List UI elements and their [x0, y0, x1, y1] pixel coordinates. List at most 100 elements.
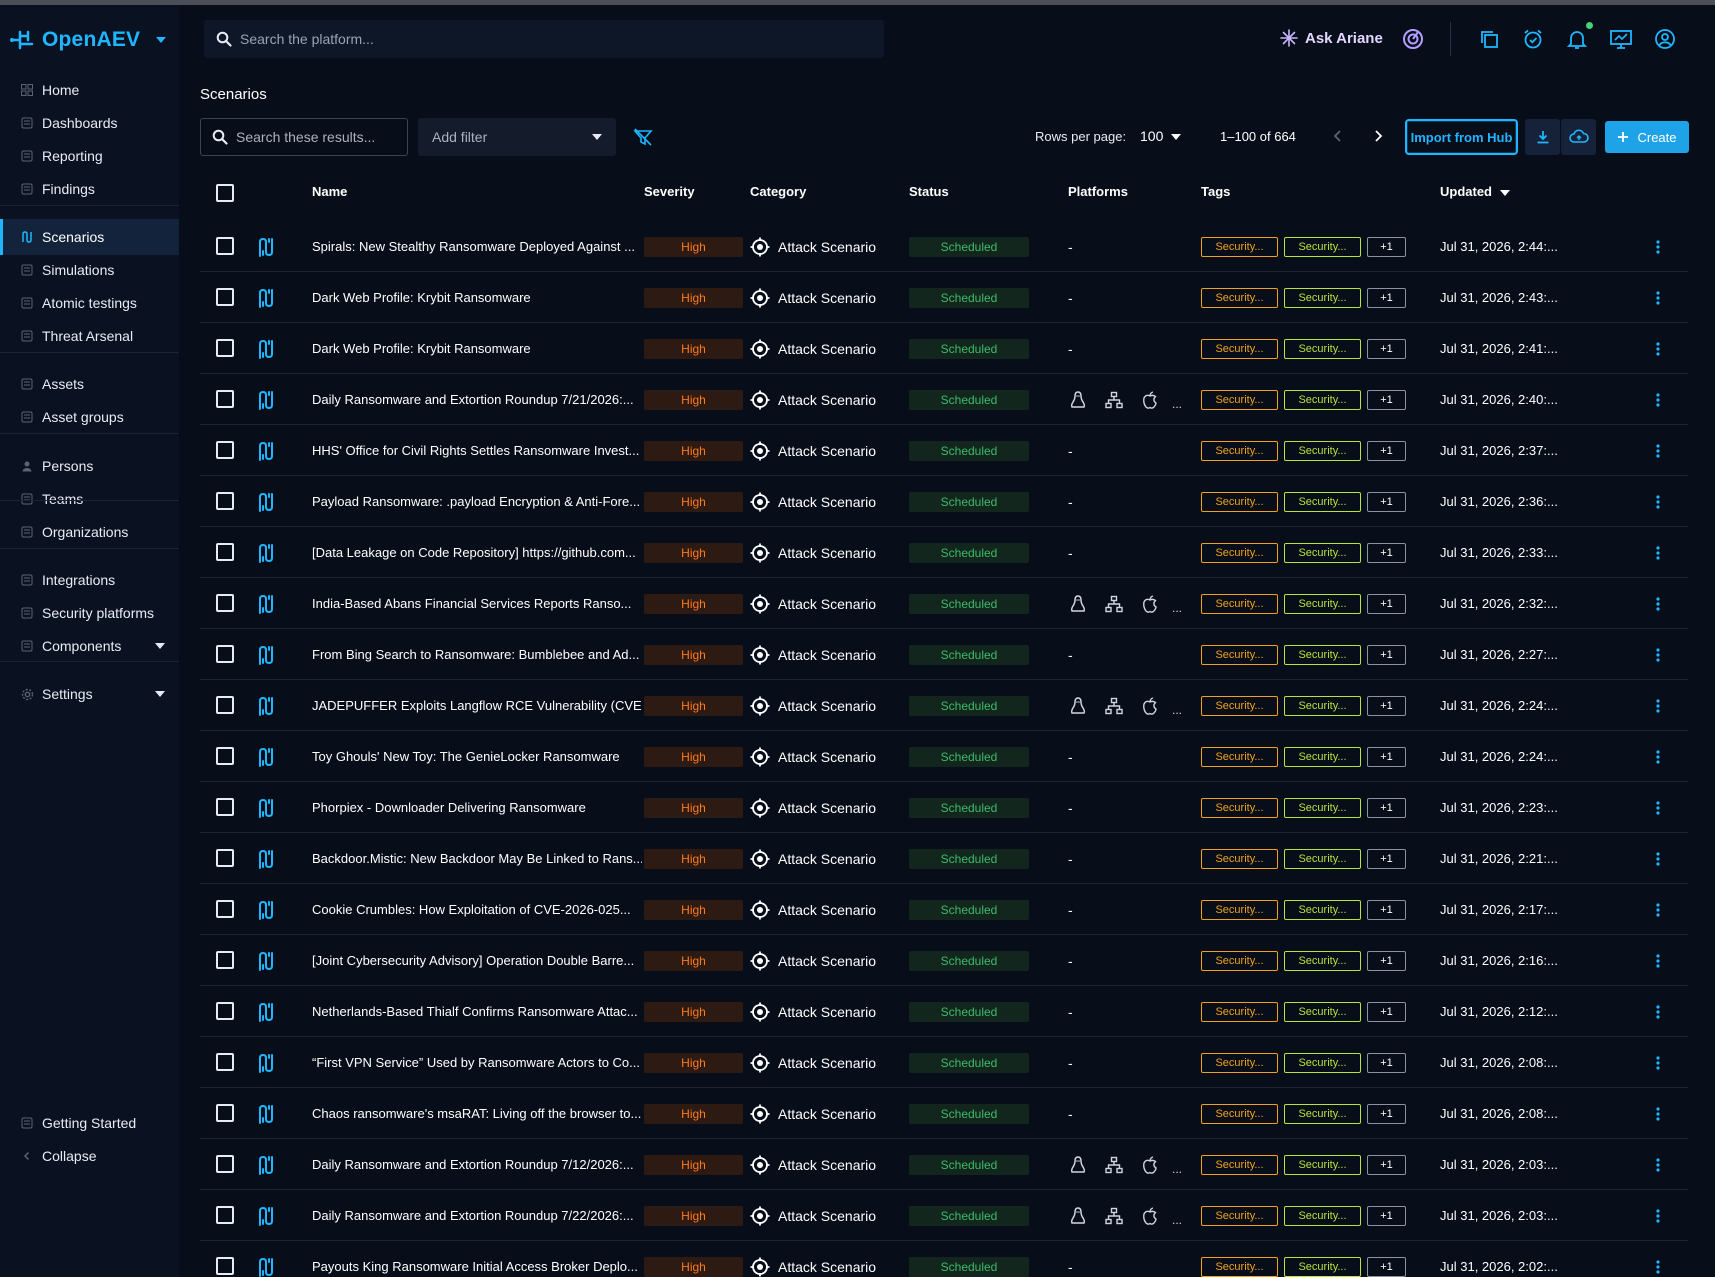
workspace-screen-icon[interactable]	[1608, 26, 1634, 52]
tag-more-chip[interactable]: +1	[1367, 593, 1406, 614]
tag-more-chip[interactable]: +1	[1367, 797, 1406, 818]
clear-filters-icon[interactable]	[632, 126, 654, 148]
table-row[interactable]: [Joint Cybersecurity Advisory] Operation…	[200, 935, 1688, 986]
row-actions-kebab-icon[interactable]	[1652, 833, 1664, 884]
sidebar-item-atomic-testings[interactable]: Atomic testings	[0, 285, 179, 321]
brand-logo[interactable]: OpenAEV	[8, 23, 167, 57]
scenario-name[interactable]: Backdoor.Mistic: New Backdoor May Be Lin…	[312, 833, 642, 884]
tag-chip[interactable]: Security...	[1284, 440, 1361, 461]
tag-chip[interactable]: Security...	[1284, 1052, 1361, 1073]
tag-more-chip[interactable]: +1	[1367, 695, 1406, 716]
tag-chip[interactable]: Security...	[1201, 695, 1278, 716]
tag-chip[interactable]: Security...	[1201, 1103, 1278, 1124]
tag-chip[interactable]: Security...	[1201, 542, 1278, 563]
tag-chip[interactable]: Security...	[1201, 236, 1278, 257]
tag-chip[interactable]: Security...	[1284, 746, 1361, 767]
chevron-down-icon[interactable]	[155, 691, 165, 697]
table-row[interactable]: Cookie Crumbles: How Exploitation of CVE…	[200, 884, 1688, 935]
table-row[interactable]: Daily Ransomware and Extortion Roundup 7…	[200, 1190, 1688, 1241]
column-header-updated[interactable]: Updated	[1440, 184, 1510, 199]
sidebar-item-findings[interactable]: Findings	[0, 171, 179, 207]
ask-ariane-button[interactable]: Ask Ariane	[1279, 28, 1383, 48]
row-actions-kebab-icon[interactable]	[1652, 1037, 1664, 1088]
sidebar-item-dashboards[interactable]: Dashboards	[0, 105, 179, 141]
sidebar-item-components[interactable]: Components	[0, 628, 179, 664]
tag-chip[interactable]: Security...	[1201, 797, 1278, 818]
table-row[interactable]: Toy Ghouls' New Toy: The GenieLocker Ran…	[200, 731, 1688, 782]
sidebar-item-home[interactable]: Home	[0, 72, 179, 108]
tag-more-chip[interactable]: +1	[1367, 950, 1406, 971]
tag-chip[interactable]: Security...	[1201, 1154, 1278, 1175]
cloud-upload-button[interactable]	[1561, 119, 1596, 155]
chevron-left-icon[interactable]	[1330, 128, 1346, 144]
row-checkbox[interactable]	[216, 900, 234, 918]
table-row[interactable]: HHS' Office for Civil Rights Settles Ran…	[200, 425, 1688, 476]
tag-chip[interactable]: Security...	[1201, 338, 1278, 359]
column-header-status[interactable]: Status	[909, 184, 949, 199]
row-actions-kebab-icon[interactable]	[1652, 782, 1664, 833]
tag-chip[interactable]: Security...	[1284, 593, 1361, 614]
import-from-hub-button[interactable]: Import from Hub	[1405, 119, 1518, 155]
add-filter-select[interactable]: Add filter	[418, 118, 616, 156]
scenario-name[interactable]: India-Based Abans Financial Services Rep…	[312, 578, 642, 629]
row-actions-kebab-icon[interactable]	[1652, 1088, 1664, 1139]
row-actions-kebab-icon[interactable]	[1652, 272, 1664, 323]
sidebar-item-settings[interactable]: Settings	[0, 676, 179, 712]
tag-chip[interactable]: Security...	[1284, 1001, 1361, 1022]
row-checkbox[interactable]	[216, 492, 234, 510]
chevron-down-icon[interactable]	[155, 643, 165, 649]
tag-chip[interactable]: Security...	[1284, 848, 1361, 869]
tag-chip[interactable]: Security...	[1284, 1154, 1361, 1175]
tag-chip[interactable]: Security...	[1284, 542, 1361, 563]
scenario-name[interactable]: Chaos ransomware's msaRAT: Living off th…	[312, 1088, 642, 1139]
tag-more-chip[interactable]: +1	[1367, 542, 1406, 563]
tag-more-chip[interactable]: +1	[1367, 1154, 1406, 1175]
sidebar-item-assets[interactable]: Assets	[0, 366, 179, 402]
row-checkbox[interactable]	[216, 1155, 234, 1173]
chevron-right-icon[interactable]	[1370, 128, 1386, 144]
column-header-tags[interactable]: Tags	[1201, 184, 1230, 199]
tag-chip[interactable]: Security...	[1201, 1052, 1278, 1073]
tag-more-chip[interactable]: +1	[1367, 899, 1406, 920]
copy-stack-icon[interactable]	[1476, 26, 1502, 52]
table-row[interactable]: Daily Ransomware and Extortion Roundup 7…	[200, 1139, 1688, 1190]
results-search-input[interactable]	[236, 129, 396, 145]
row-checkbox[interactable]	[216, 645, 234, 663]
tag-chip[interactable]: Security...	[1201, 1205, 1278, 1226]
row-checkbox[interactable]	[216, 1257, 234, 1275]
tag-more-chip[interactable]: +1	[1367, 746, 1406, 767]
row-actions-kebab-icon[interactable]	[1652, 731, 1664, 782]
tag-chip[interactable]: Security...	[1201, 440, 1278, 461]
table-row[interactable]: Spirals: New Stealthy Ransomware Deploye…	[200, 221, 1688, 272]
row-actions-kebab-icon[interactable]	[1652, 476, 1664, 527]
table-row[interactable]: From Bing Search to Ransomware: Bumblebe…	[200, 629, 1688, 680]
tag-chip[interactable]: Security...	[1201, 593, 1278, 614]
tag-chip[interactable]: Security...	[1201, 491, 1278, 512]
scenario-name[interactable]: Daily Ransomware and Extortion Roundup 7…	[312, 1190, 642, 1241]
scenario-name[interactable]: [Data Leakage on Code Repository] https:…	[312, 527, 642, 578]
create-button[interactable]: Create	[1605, 121, 1689, 153]
global-search-input[interactable]	[240, 31, 840, 47]
select-all-checkbox[interactable]	[216, 184, 234, 202]
download-button[interactable]	[1525, 119, 1560, 155]
ariane-target-icon[interactable]	[1400, 26, 1426, 52]
tag-chip[interactable]: Security...	[1284, 695, 1361, 716]
sidebar-item-integrations[interactable]: Integrations	[0, 562, 179, 598]
row-checkbox[interactable]	[216, 1002, 234, 1020]
tag-chip[interactable]: Security...	[1284, 644, 1361, 665]
row-actions-kebab-icon[interactable]	[1652, 323, 1664, 374]
scenario-name[interactable]: Payload Ransomware: .payload Encryption …	[312, 476, 642, 527]
scenario-name[interactable]: Dark Web Profile: Krybit Ransomware	[312, 272, 642, 323]
table-row[interactable]: “First VPN Service” Used by Ransomware A…	[200, 1037, 1688, 1088]
tag-chip[interactable]: Security...	[1284, 1256, 1361, 1277]
tag-more-chip[interactable]: +1	[1367, 236, 1406, 257]
table-row[interactable]: India-Based Abans Financial Services Rep…	[200, 578, 1688, 629]
row-checkbox[interactable]	[216, 849, 234, 867]
table-row[interactable]: JADEPUFFER Exploits Langflow RCE Vulnera…	[200, 680, 1688, 731]
tag-more-chip[interactable]: +1	[1367, 1103, 1406, 1124]
tag-chip[interactable]: Security...	[1201, 389, 1278, 410]
row-actions-kebab-icon[interactable]	[1652, 680, 1664, 731]
sidebar-item-collapse[interactable]: Collapse	[0, 1138, 179, 1174]
tag-chip[interactable]: Security...	[1201, 1001, 1278, 1022]
row-actions-kebab-icon[interactable]	[1652, 1241, 1664, 1277]
